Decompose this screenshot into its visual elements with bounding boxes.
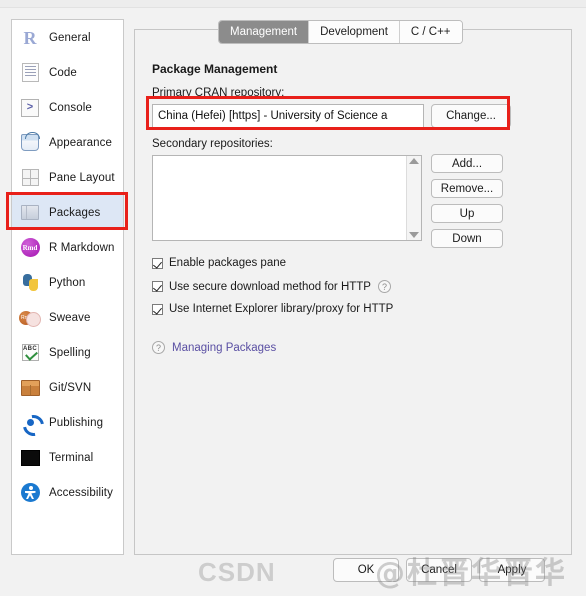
- dialog-footer: OK Cancel Apply: [0, 558, 586, 596]
- pane-grid-icon: [19, 167, 41, 189]
- sidebar-item-label: Sweave: [49, 311, 91, 324]
- checkbox-label: Use secure download method for HTTP: [169, 280, 371, 293]
- cancel-button[interactable]: Cancel: [406, 558, 472, 582]
- sweave-pdf-icon: [19, 307, 41, 329]
- checkbox-label: Enable packages pane: [169, 257, 287, 269]
- secondary-repos-label: Secondary repositories:: [152, 138, 273, 150]
- down-button[interactable]: Down: [431, 229, 503, 248]
- preferences-sidebar: R General Code > Console Appearance Pane…: [11, 19, 124, 555]
- checkbox-label: Use Internet Explorer library/proxy for …: [169, 303, 394, 315]
- scroll-down-arrow-icon[interactable]: [409, 232, 419, 238]
- sidebar-item-label: Console: [49, 101, 92, 114]
- sidebar-item-code[interactable]: Code: [12, 55, 123, 90]
- python-logo-icon: [19, 272, 41, 294]
- sidebar-item-r-markdown[interactable]: Rmd R Markdown: [12, 230, 123, 265]
- spellcheck-abc-icon: ABC: [19, 342, 41, 364]
- package-box-icon: [19, 202, 41, 224]
- up-button[interactable]: Up: [431, 204, 503, 223]
- console-prompt-icon: >: [19, 97, 41, 119]
- accessibility-icon: [19, 482, 41, 504]
- tab-c-cpp[interactable]: C / C++: [399, 21, 462, 43]
- window-top-strip: [0, 0, 586, 8]
- primary-cran-input[interactable]: China (Hefei) [https] - University of Sc…: [152, 104, 424, 128]
- tab-bar: Management Development C / C++: [218, 20, 463, 44]
- change-button[interactable]: Change...: [431, 104, 511, 128]
- question-mark-icon[interactable]: ?: [377, 280, 391, 293]
- list-scrollbar[interactable]: [406, 156, 421, 240]
- list-action-buttons: Add... Remove... Up Down: [431, 154, 503, 254]
- primary-cran-row: China (Hefei) [https] - University of Sc…: [152, 104, 520, 128]
- paint-bucket-icon: [19, 132, 41, 154]
- sidebar-item-label: Spelling: [49, 346, 91, 359]
- sidebar-item-label: Appearance: [49, 136, 113, 149]
- sidebar-item-label: Packages: [49, 206, 101, 219]
- sidebar-item-pane-layout[interactable]: Pane Layout: [12, 160, 123, 195]
- sidebar-item-appearance[interactable]: Appearance: [12, 125, 123, 160]
- sidebar-item-label: Python: [49, 276, 86, 289]
- sidebar-item-packages[interactable]: Packages: [12, 195, 123, 230]
- rmd-badge-icon: Rmd: [19, 237, 41, 259]
- sidebar-item-publishing[interactable]: Publishing: [12, 405, 123, 440]
- management-tab-panel: Package Management Primary CRAN reposito…: [134, 29, 572, 555]
- tab-development[interactable]: Development: [309, 21, 400, 43]
- sidebar-item-python[interactable]: Python: [12, 265, 123, 300]
- sidebar-item-sweave[interactable]: Sweave: [12, 300, 123, 335]
- sidebar-item-accessibility[interactable]: Accessibility: [12, 475, 123, 510]
- add-button[interactable]: Add...: [431, 154, 503, 173]
- checkbox-enable-packages-pane[interactable]: Enable packages pane: [152, 257, 286, 269]
- sidebar-item-label: Git/SVN: [49, 381, 92, 394]
- sidebar-item-git-svn[interactable]: Git/SVN: [12, 370, 123, 405]
- sidebar-item-label: R Markdown: [49, 241, 115, 254]
- scroll-up-arrow-icon[interactable]: [409, 158, 419, 164]
- terminal-black-icon: [19, 447, 41, 469]
- sidebar-item-label: Publishing: [49, 416, 104, 429]
- checkbox-ie-library-proxy[interactable]: Use Internet Explorer library/proxy for …: [152, 303, 393, 315]
- page-title: Package Management: [152, 62, 278, 76]
- managing-packages-help-row[interactable]: ? Managing Packages: [152, 341, 276, 354]
- code-document-icon: [19, 62, 41, 84]
- apply-button[interactable]: Apply: [479, 558, 545, 582]
- sidebar-item-console[interactable]: > Console: [12, 90, 123, 125]
- checkbox-box-icon[interactable]: [152, 281, 163, 292]
- sidebar-item-label: General: [49, 31, 91, 44]
- checkbox-box-icon[interactable]: [152, 303, 163, 315]
- question-mark-icon[interactable]: ?: [152, 341, 165, 354]
- publish-share-icon: [19, 412, 41, 434]
- cardboard-box-icon: [19, 377, 41, 399]
- tab-management[interactable]: Management: [219, 21, 310, 43]
- ok-button[interactable]: OK: [333, 558, 399, 582]
- preferences-dialog: R General Code > Console Appearance Pane…: [0, 0, 586, 596]
- sidebar-item-general[interactable]: R General: [12, 20, 123, 55]
- secondary-repos-list[interactable]: [152, 155, 422, 241]
- checkbox-secure-download[interactable]: Use secure download method for HTTP ?: [152, 280, 391, 293]
- sidebar-item-label: Terminal: [49, 451, 94, 464]
- sidebar-item-spelling[interactable]: ABC Spelling: [12, 335, 123, 370]
- sidebar-item-label: Pane Layout: [49, 171, 115, 184]
- checkbox-box-icon[interactable]: [152, 257, 163, 269]
- primary-cran-label: Primary CRAN repository:: [152, 87, 285, 99]
- r-logo-icon: R: [23, 27, 37, 48]
- managing-packages-link[interactable]: Managing Packages: [172, 342, 276, 354]
- sidebar-item-terminal[interactable]: Terminal: [12, 440, 123, 475]
- sidebar-item-label: Accessibility: [49, 486, 113, 499]
- sidebar-item-label: Code: [49, 66, 77, 79]
- remove-button[interactable]: Remove...: [431, 179, 503, 198]
